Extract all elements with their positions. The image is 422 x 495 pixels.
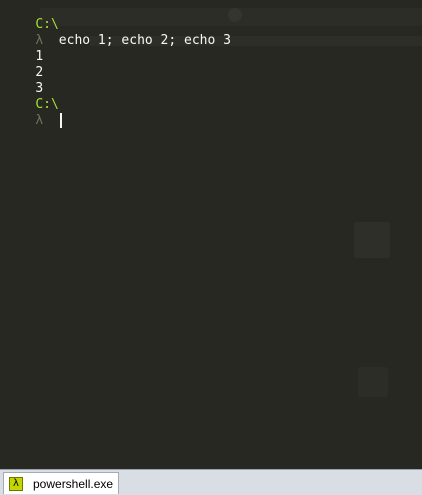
terminal-path-line: C:\	[4, 81, 58, 112]
terminal-path-line: C:\	[4, 1, 58, 32]
command-text: echo 1; echo 2; echo 3	[58, 33, 231, 48]
terminal-output-line: 3	[4, 65, 43, 96]
tab-label: powershell.exe	[33, 476, 114, 491]
terminal-output-line: 2	[4, 49, 43, 80]
background-ghost-box	[358, 367, 388, 397]
terminal-output-line: 1	[4, 33, 43, 64]
terminal-command-line: λ echo 1; echo 2; echo 3	[4, 17, 231, 48]
prompt-lambda: λ	[35, 113, 44, 128]
terminal-console[interactable]: C:\ λ echo 1; echo 2; echo 3 1 2 3 C:\ λ	[0, 0, 422, 469]
tab-powershell[interactable]: λ powershell.exe	[3, 472, 119, 494]
background-ghost-box	[354, 222, 390, 258]
text-cursor	[59, 113, 62, 128]
tab-bar: λ powershell.exe	[0, 469, 422, 495]
lambda-icon: λ	[9, 476, 23, 491]
terminal-input-line[interactable]: λ	[4, 97, 62, 128]
